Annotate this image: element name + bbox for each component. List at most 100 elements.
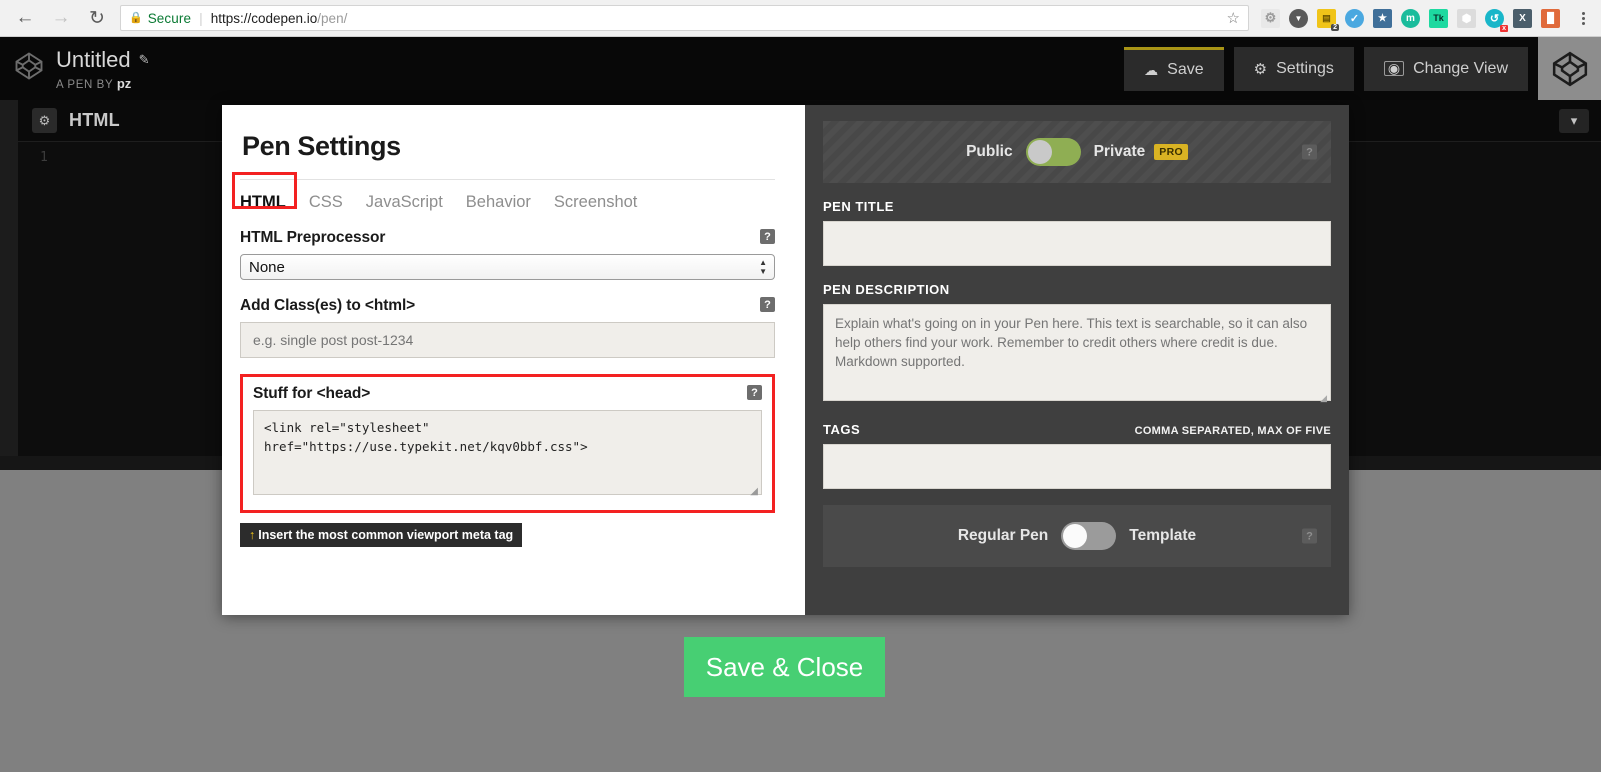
- toggle-knob: [1063, 524, 1088, 548]
- settings-right-column: Public Private PRO ? PEN TITLE PEN DESCR…: [805, 105, 1349, 615]
- tab-screenshot[interactable]: Screenshot: [554, 193, 637, 212]
- codepen-header: Untitled ✎ A PEN BY pz ☁ Save ⚙ Settings…: [0, 37, 1601, 100]
- pen-title-field: PEN TITLE: [823, 199, 1331, 266]
- tags-input[interactable]: [823, 444, 1331, 489]
- help-icon[interactable]: ?: [1302, 528, 1317, 544]
- url-divider: |: [199, 10, 203, 26]
- resize-handle[interactable]: ◢: [750, 486, 758, 497]
- template-toggle-panel: Regular Pen Template ?: [823, 505, 1331, 567]
- navigation-buttons: ← → ↻: [8, 3, 114, 33]
- insert-viewport-meta-button[interactable]: ↑ Insert the most common viewport meta ta…: [240, 523, 523, 547]
- stuff-for-head-label: Stuff for <head>: [253, 385, 371, 402]
- add-class-input[interactable]: [240, 322, 775, 358]
- header-actions: ☁ Save ⚙ Settings ◉ Change View: [1124, 37, 1601, 100]
- tags-hint: COMMA SEPARATED, MAX OF FIVE: [1134, 425, 1331, 437]
- modal-title: Pen Settings: [242, 131, 401, 161]
- page-title[interactable]: Untitled ✎: [56, 47, 150, 73]
- chevron-updown-icon: ▲ ▼: [759, 258, 767, 276]
- gear-icon[interactable]: ⚙: [32, 108, 57, 133]
- template-toggle[interactable]: [1061, 522, 1117, 550]
- pen-title-input[interactable]: [823, 221, 1331, 266]
- editor-line-number: 1: [40, 150, 48, 165]
- check-extension-icon[interactable]: ✓: [1345, 8, 1364, 28]
- lighthouse-extension-icon[interactable]: █: [1541, 8, 1560, 28]
- tags-label-text: TAGS: [823, 422, 861, 437]
- pro-badge: PRO: [1154, 144, 1188, 160]
- preprocessor-label: HTML Preprocessor: [240, 229, 386, 246]
- pen-title-text: Untitled: [56, 46, 131, 72]
- preprocessor-value: None: [249, 258, 285, 276]
- help-icon[interactable]: ?: [760, 297, 775, 312]
- reload-icon[interactable]: ↻: [80, 3, 114, 33]
- extension-icons: ⚙ ▼ ▤ 2 ✓ ★ m Tk ⬢ ↺ x X █: [1255, 8, 1593, 32]
- insert-viewport-meta-label: Insert the most common viewport meta tag: [258, 528, 514, 542]
- add-class-field: Add Class(es) to <html> ?: [240, 297, 775, 358]
- shield-extension-icon[interactable]: ⬢: [1457, 8, 1476, 28]
- editor-panel-label: HTML: [69, 110, 120, 130]
- pen-title-label: PEN TITLE: [823, 199, 1331, 214]
- tags-label: TAGS COMMA SEPARATED, MAX OF FIVE: [823, 422, 1331, 437]
- tab-behavior[interactable]: Behavior: [466, 193, 531, 212]
- lock-icon: 🔒: [129, 11, 143, 24]
- save-and-close-button[interactable]: Save & Close: [684, 637, 885, 697]
- regular-pen-label: Regular Pen: [957, 527, 1049, 544]
- pen-description-textarea[interactable]: [823, 304, 1331, 401]
- change-view-button[interactable]: ◉ Change View: [1363, 46, 1528, 91]
- template-label: Template: [1129, 527, 1197, 544]
- change-view-button-label: Change View: [1413, 59, 1508, 77]
- pen-description-label: PEN DESCRIPTION: [823, 282, 1331, 297]
- privacy-toggle-panel: Public Private PRO ?: [823, 121, 1331, 183]
- tab-css[interactable]: CSS: [309, 193, 343, 212]
- stuff-for-head-annotation: Stuff for <head> ? <link rel="stylesheet…: [240, 374, 775, 513]
- forward-arrow-icon[interactable]: →: [44, 3, 78, 33]
- stuff-for-head-textarea[interactable]: <link rel="stylesheet" href="https://use…: [253, 410, 762, 495]
- pen-identity: Untitled ✎ A PEN BY pz: [56, 47, 150, 91]
- resize-handle[interactable]: ◢: [1320, 393, 1327, 404]
- pen-byline: A PEN BY pz: [56, 76, 150, 91]
- gear-extension-icon[interactable]: ⚙: [1261, 8, 1280, 28]
- preprocessor-select[interactable]: None ▲ ▼: [240, 254, 775, 280]
- editor-side-strip: [0, 100, 18, 470]
- privacy-toggle[interactable]: [1025, 138, 1081, 166]
- m-extension-icon[interactable]: m: [1401, 8, 1420, 28]
- kebab-menu-icon[interactable]: [1573, 11, 1593, 25]
- up-arrow-icon: ↑: [249, 528, 256, 542]
- privacy-private-label: Private: [1093, 143, 1146, 160]
- cloud-icon: ☁: [1144, 61, 1159, 78]
- tags-field: TAGS COMMA SEPARATED, MAX OF FIVE: [823, 422, 1331, 489]
- save-button[interactable]: ☁ Save: [1124, 46, 1224, 91]
- sync-extension-icon[interactable]: ↺ x: [1485, 8, 1508, 32]
- save-button-label: Save: [1167, 61, 1204, 78]
- back-arrow-icon[interactable]: ←: [8, 3, 42, 33]
- pen-description-field: PEN DESCRIPTION ◢: [823, 282, 1331, 406]
- pencil-icon[interactable]: ✎: [139, 52, 150, 68]
- byline-user[interactable]: pz: [117, 76, 131, 91]
- tab-javascript[interactable]: JavaScript: [366, 193, 443, 212]
- tab-html[interactable]: HTML: [240, 193, 286, 212]
- chevron-down-icon[interactable]: ▾: [1559, 109, 1589, 133]
- star-extension-icon[interactable]: ★: [1373, 8, 1392, 28]
- gear-icon: ⚙: [1253, 60, 1268, 78]
- pocket-extension-icon[interactable]: ▼: [1289, 8, 1308, 28]
- settings-button[interactable]: ⚙ Settings: [1233, 46, 1354, 91]
- help-icon[interactable]: ?: [1302, 144, 1317, 160]
- star-icon[interactable]: ☆: [1227, 9, 1240, 27]
- settings-button-label: Settings: [1276, 59, 1334, 77]
- tk-extension-icon[interactable]: Tk: [1429, 8, 1448, 28]
- codepen-logo-icon[interactable]: [14, 51, 44, 86]
- preprocessor-field: HTML Preprocessor ? None ▲ ▼: [240, 229, 775, 280]
- url-path: /pen/: [317, 10, 348, 26]
- pen-title-label-text: PEN TITLE: [823, 199, 894, 214]
- browser-toolbar: ← → ↻ 🔒 Secure | https://codepen.io/pen/…: [0, 0, 1601, 37]
- notes-extension-icon[interactable]: ▤ 2: [1317, 8, 1339, 31]
- address-bar[interactable]: 🔒 Secure | https://codepen.io/pen/ ☆: [120, 5, 1249, 31]
- help-icon[interactable]: ?: [747, 385, 762, 400]
- avatar[interactable]: [1538, 37, 1601, 100]
- x-extension-icon[interactable]: X: [1513, 8, 1532, 28]
- url-text: https://codepen.io/pen/: [211, 11, 348, 26]
- security-label: Secure: [147, 10, 192, 26]
- toggle-knob: [1027, 140, 1052, 164]
- privacy-public-label: Public: [966, 143, 1013, 160]
- help-icon[interactable]: ?: [760, 229, 775, 244]
- url-domain: https://codepen.io: [210, 10, 318, 26]
